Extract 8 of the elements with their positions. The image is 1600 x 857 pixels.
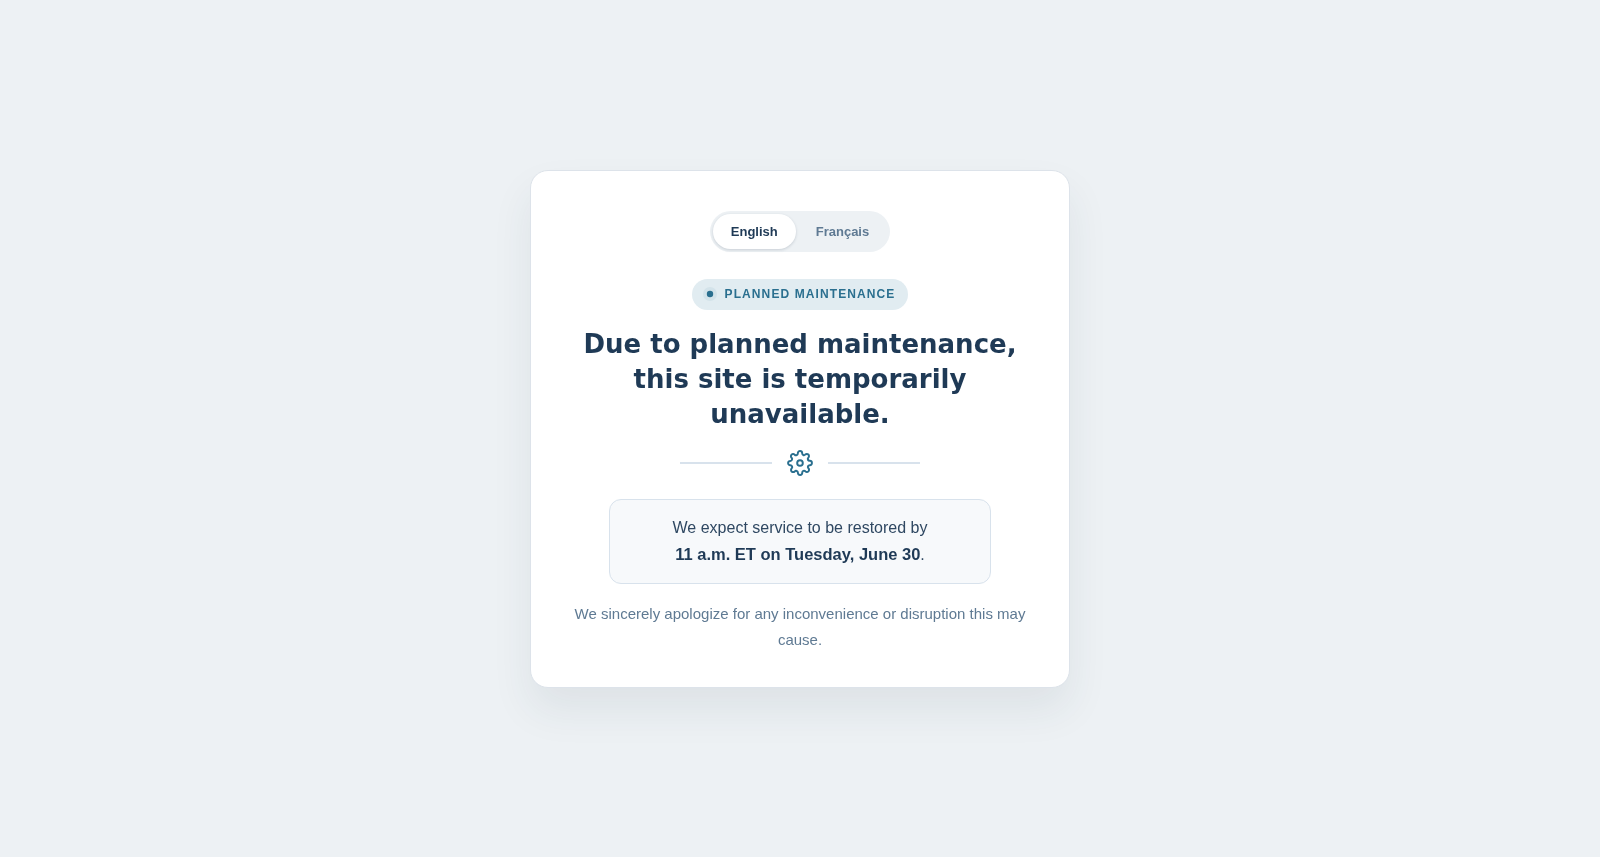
apology-text: We sincerely apologize for any inconvenience or disruption this may cause. <box>573 603 1027 650</box>
page-heading: Due to planned maintenance, this site is temporarily unavailable. <box>582 327 1018 431</box>
gear-icon <box>787 449 813 476</box>
status-badge-label: PLANNED MAINTENANCE <box>724 287 896 301</box>
status-dot-icon <box>702 287 717 301</box>
language-tab[interactable]: English <box>712 213 796 249</box>
restore-notice-text: We expect service to be restored by 11 a.m. ET on Tuesday, June 30. <box>671 517 929 565</box>
language-tab[interactable]: Français <box>797 213 888 249</box>
